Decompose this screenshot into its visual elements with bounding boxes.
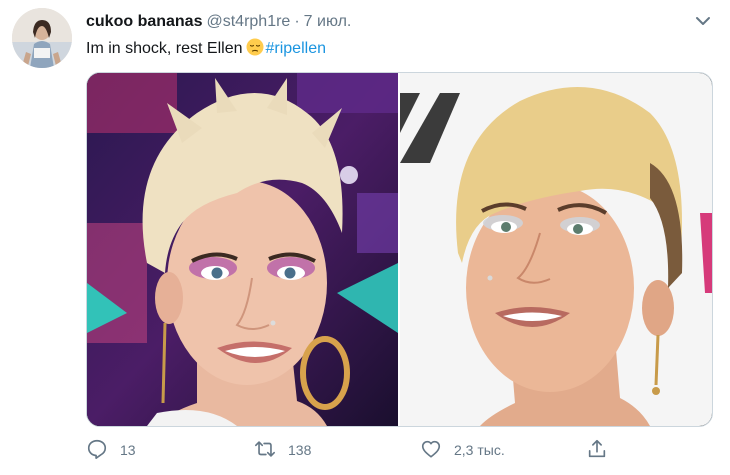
author-name[interactable]: cukoo bananas — [86, 13, 202, 30]
reply-button[interactable]: 13 — [86, 436, 136, 464]
tweet-text: Im in shock, rest Ellen #ripellen — [86, 38, 326, 59]
share-icon — [586, 438, 608, 463]
author-handle[interactable]: @st4rph1re — [206, 13, 290, 30]
photo-left[interactable] — [87, 73, 398, 426]
pensive-face-icon — [246, 38, 264, 56]
hashtag-link[interactable]: #ripellen — [266, 40, 326, 57]
reply-icon — [86, 438, 108, 463]
like-button[interactable]: 2,3 тыс. — [420, 436, 505, 464]
tweet-timestamp[interactable]: 7 июл. — [304, 13, 352, 30]
more-options-chevron-icon[interactable] — [694, 12, 712, 30]
tweet-actions: 13 138 2,3 тыс. — [86, 436, 646, 464]
like-count: 2,3 тыс. — [454, 442, 505, 458]
tweet-body-text: Im in shock, rest Ellen — [86, 40, 243, 57]
tweet-header: cukoo bananas @st4rph1re · 7 июл. — [86, 12, 351, 32]
separator-dot: · — [294, 13, 300, 30]
retweet-button[interactable]: 138 — [254, 436, 311, 464]
avatar[interactable] — [12, 8, 72, 68]
tweet-media — [86, 72, 713, 427]
retweet-icon — [254, 438, 276, 463]
reply-count: 13 — [120, 442, 136, 458]
tweet: cukoo bananas @st4rph1re · 7 июл. Im in sho… — [0, 0, 730, 475]
heart-icon — [420, 438, 442, 463]
share-button[interactable] — [586, 436, 608, 464]
retweet-count: 138 — [288, 442, 312, 458]
photo-right[interactable] — [400, 73, 712, 426]
